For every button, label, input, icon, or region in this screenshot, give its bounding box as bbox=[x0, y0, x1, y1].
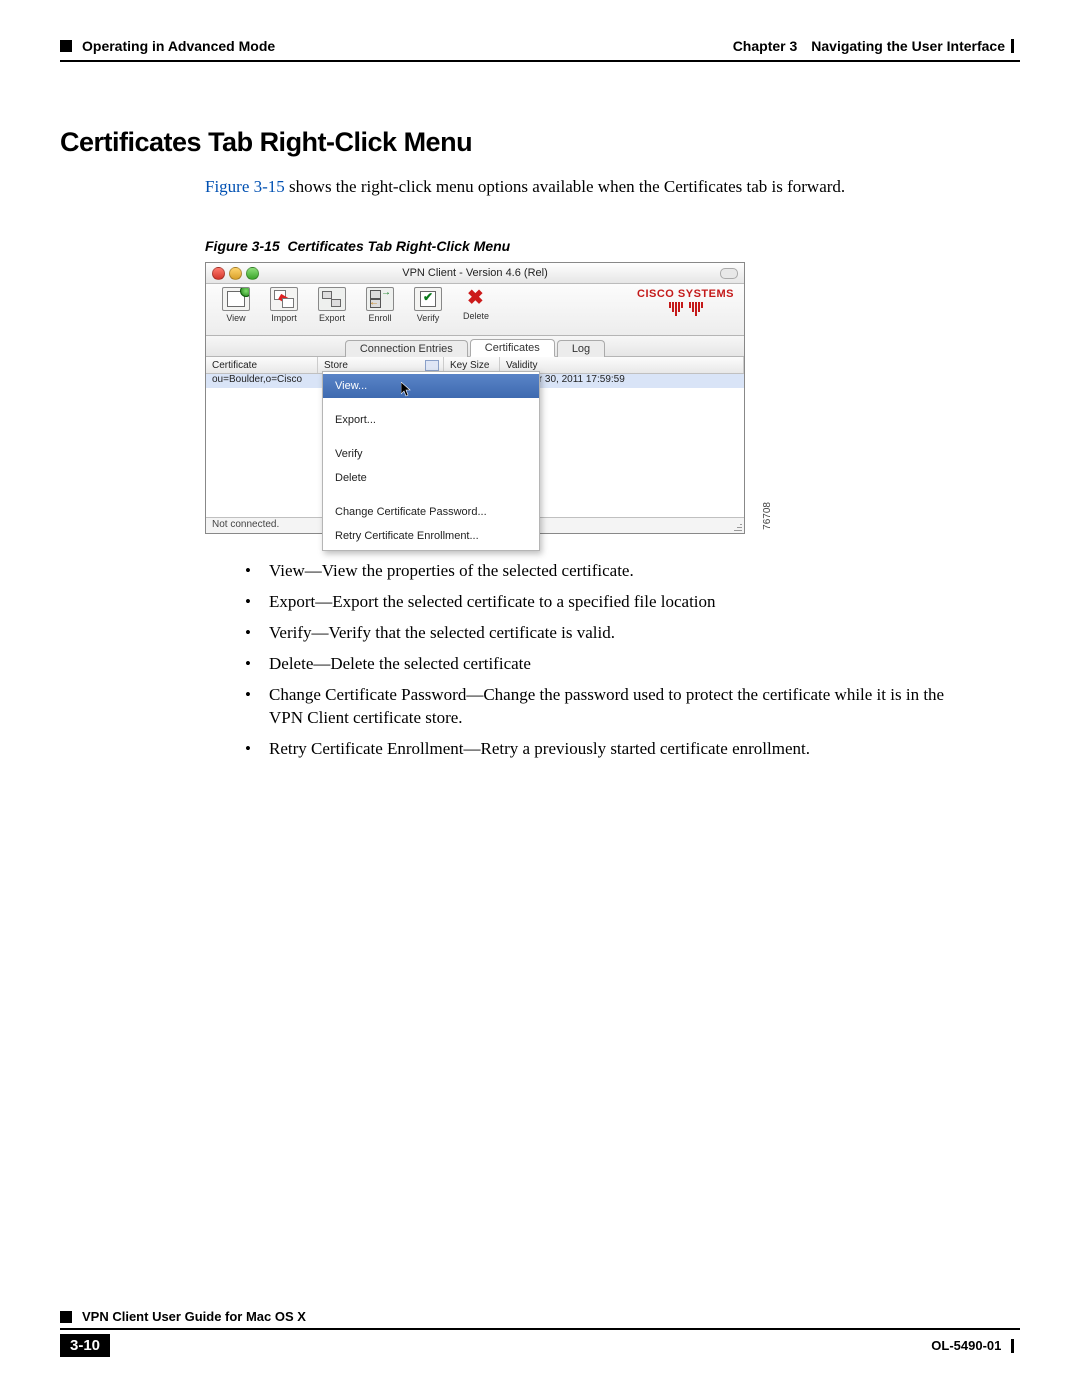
list-item: Change Certificate Password—Change the p… bbox=[245, 684, 980, 730]
footer-rule bbox=[60, 1328, 1020, 1330]
menu-item-verify[interactable]: Verify bbox=[323, 442, 539, 466]
export-button[interactable]: Export bbox=[308, 287, 356, 323]
tab-row: Connection Entries Certificates Log bbox=[206, 336, 744, 357]
list-item: Verify—Verify that the selected certific… bbox=[245, 622, 980, 645]
menu-item-delete[interactable]: Delete bbox=[323, 466, 539, 490]
header-right: Chapter 3 Navigating the User Interface bbox=[733, 38, 1020, 54]
close-window-icon[interactable] bbox=[212, 267, 225, 280]
tab-certificates[interactable]: Certificates bbox=[470, 339, 555, 357]
menu-item-change-password[interactable]: Change Certificate Password... bbox=[323, 500, 539, 524]
figure-title: Certificates Tab Right-Click Menu bbox=[287, 238, 510, 254]
list-item: Export—Export the selected certificate t… bbox=[245, 591, 980, 614]
tab-connection-entries[interactable]: Connection Entries bbox=[345, 340, 468, 357]
header-marker-icon bbox=[60, 40, 72, 52]
enroll-icon bbox=[366, 287, 394, 311]
verify-button-label: Verify bbox=[417, 313, 440, 323]
list-item: Delete—Delete the selected certificate bbox=[245, 653, 980, 676]
verify-icon bbox=[414, 287, 442, 311]
figure-caption: Figure 3-15 Certificates Tab Right-Click… bbox=[205, 238, 1020, 254]
zoom-window-icon[interactable] bbox=[246, 267, 259, 280]
resize-grip-icon[interactable] bbox=[732, 521, 742, 531]
tab-log[interactable]: Log bbox=[557, 340, 605, 357]
page-number: 3-10 bbox=[60, 1334, 110, 1357]
footer-end-rule-icon bbox=[1011, 1339, 1014, 1353]
delete-icon bbox=[463, 287, 489, 309]
brand-text: CISCO SYSTEMS bbox=[637, 288, 734, 300]
list-item: View—View the properties of the selected… bbox=[245, 560, 980, 583]
brand-logo: CISCO SYSTEMS bbox=[637, 288, 734, 316]
import-button-label: Import bbox=[271, 313, 297, 323]
delete-button-label: Delete bbox=[463, 311, 489, 321]
menu-separator bbox=[323, 432, 539, 442]
view-button-label: View bbox=[226, 313, 245, 323]
window-title-text: VPN Client - Version 4.6 (Rel) bbox=[402, 267, 548, 279]
intro-rest: shows the right-click menu options avail… bbox=[285, 177, 845, 196]
header-end-rule-icon bbox=[1011, 39, 1014, 53]
export-icon bbox=[318, 287, 346, 311]
document-page: Operating in Advanced Mode Chapter 3 Nav… bbox=[0, 0, 1080, 1397]
intro-paragraph: Figure 3-15 shows the right-click menu o… bbox=[205, 176, 1020, 198]
list-item: Retry Certificate Enrollment—Retry a pre… bbox=[245, 738, 980, 761]
section-heading: Certificates Tab Right-Click Menu bbox=[60, 127, 1020, 158]
header-chapter-title: Navigating the User Interface bbox=[811, 38, 1005, 54]
toolbar-toggle-pill-icon[interactable] bbox=[720, 268, 738, 279]
footer-guide-title: VPN Client User Guide for Mac OS X bbox=[82, 1309, 306, 1324]
import-button[interactable]: Import bbox=[260, 287, 308, 323]
figure-cross-reference[interactable]: Figure 3-15 bbox=[205, 177, 285, 196]
col-store-label: Store bbox=[324, 360, 348, 371]
doc-id: OL-5490-01 bbox=[931, 1338, 1001, 1353]
header-rule bbox=[60, 60, 1020, 62]
mouse-cursor-icon bbox=[401, 382, 413, 398]
header-chapter-prefix: Chapter 3 bbox=[733, 38, 798, 54]
brand-bridge-icon bbox=[637, 302, 734, 316]
status-text: Not connected. bbox=[212, 519, 279, 530]
footer-bottom: 3-10 OL-5490-01 bbox=[60, 1334, 1020, 1357]
sort-indicator-icon bbox=[425, 360, 439, 371]
context-menu: View... Export... Verify Delete Change C… bbox=[322, 371, 540, 551]
import-icon bbox=[270, 287, 298, 311]
enroll-button[interactable]: Enroll bbox=[356, 287, 404, 323]
view-button[interactable]: View bbox=[212, 287, 260, 323]
figure-side-id: 76708 bbox=[762, 502, 773, 530]
header-section-label: Operating in Advanced Mode bbox=[82, 38, 275, 54]
page-footer: VPN Client User Guide for Mac OS X 3-10 … bbox=[60, 1309, 1020, 1357]
figure-body: VPN Client - Version 4.6 (Rel) View Impo… bbox=[205, 262, 755, 534]
minimize-window-icon[interactable] bbox=[229, 267, 242, 280]
toolbar: View Import Export Enroll Verify bbox=[206, 284, 744, 336]
footer-marker-icon bbox=[60, 1311, 72, 1323]
bullet-list: View—View the properties of the selected… bbox=[205, 560, 1020, 761]
enroll-button-label: Enroll bbox=[368, 313, 391, 323]
menu-separator bbox=[323, 398, 539, 408]
app-window: VPN Client - Version 4.6 (Rel) View Impo… bbox=[205, 262, 745, 534]
page-header: Operating in Advanced Mode Chapter 3 Nav… bbox=[60, 38, 1020, 54]
delete-button[interactable]: Delete bbox=[452, 287, 500, 321]
verify-button[interactable]: Verify bbox=[404, 287, 452, 323]
footer-right: OL-5490-01 bbox=[931, 1338, 1020, 1354]
menu-item-export[interactable]: Export... bbox=[323, 408, 539, 432]
figure-number: Figure 3-15 bbox=[205, 238, 280, 254]
menu-item-view[interactable]: View... bbox=[323, 374, 539, 398]
menu-item-retry-enrollment[interactable]: Retry Certificate Enrollment... bbox=[323, 524, 539, 548]
window-titlebar[interactable]: VPN Client - Version 4.6 (Rel) bbox=[206, 263, 744, 284]
col-certificate[interactable]: Certificate bbox=[206, 357, 318, 373]
export-button-label: Export bbox=[319, 313, 345, 323]
window-traffic-lights bbox=[212, 267, 259, 280]
menu-separator bbox=[323, 490, 539, 500]
cell-certificate: ou=Boulder,o=Cisco bbox=[206, 374, 318, 388]
header-left: Operating in Advanced Mode bbox=[60, 38, 275, 54]
footer-top: VPN Client User Guide for Mac OS X bbox=[60, 1309, 1020, 1324]
view-icon bbox=[222, 287, 250, 311]
